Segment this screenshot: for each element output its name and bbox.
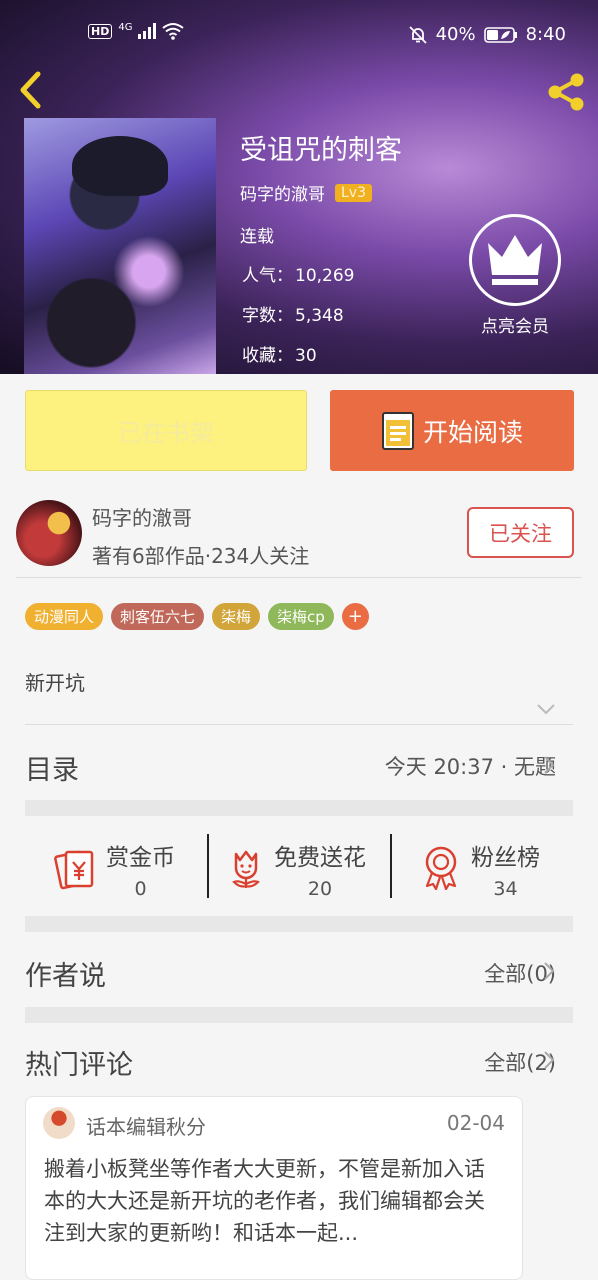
back-icon[interactable]: [16, 70, 46, 110]
in-bookshelf-label: 已在书架: [118, 419, 214, 447]
divider: [16, 577, 582, 578]
crown-icon: [488, 235, 542, 285]
tag-item[interactable]: 柒梅: [212, 603, 261, 630]
start-reading-label: 开始阅读: [422, 417, 523, 447]
book-cover[interactable]: [24, 118, 216, 374]
comment-date: 02-04: [446, 1111, 505, 1135]
hd-indicator: HD: [88, 23, 113, 39]
author-avatar[interactable]: [16, 500, 82, 566]
section-separator: [25, 916, 573, 932]
section-separator: [25, 800, 573, 816]
book-author[interactable]: 码字的澈哥: [240, 180, 325, 205]
medal-icon: [425, 846, 457, 890]
commenter-avatar[interactable]: [43, 1107, 75, 1139]
popularity-value: 10,269: [295, 266, 355, 286]
level-badge: Lv3: [335, 183, 372, 202]
hot-comments-title: 热门评论: [25, 1050, 133, 1081]
catalog-title[interactable]: 目录: [25, 748, 79, 787]
reward-flowers[interactable]: 免费送花 20: [228, 838, 366, 900]
battery-percent: 40%: [435, 24, 476, 45]
divider: [25, 724, 573, 725]
follow-button[interactable]: 已关注: [467, 507, 574, 558]
bell-muted-icon: [408, 25, 427, 44]
reward-coins[interactable]: 赏金币 0: [54, 838, 175, 900]
vip-button[interactable]: [469, 214, 561, 306]
wifi-icon: [162, 23, 185, 40]
status-bar: HD 4G 40% 8:40: [0, 0, 598, 62]
word-count-stat: 字数： 5,348: [240, 301, 344, 326]
author-name[interactable]: 码字的澈哥: [92, 502, 192, 531]
book-icon: [381, 411, 414, 450]
book-status: 连载: [240, 227, 274, 247]
share-icon[interactable]: [544, 72, 588, 112]
reward-fans-value: 34: [493, 878, 518, 900]
reward-coins-label: 赏金币: [106, 845, 175, 871]
comment-card[interactable]: 话本编辑秋分 02-04 搬着小板凳坐等作者大大更新，不管是新加入话本的大大还是…: [25, 1096, 523, 1280]
words-label: 字数：: [242, 306, 293, 326]
reward-fans-label: 粉丝榜: [471, 845, 540, 871]
chevron-right-icon[interactable]: [543, 755, 555, 775]
author-says-title: 作者说: [25, 961, 106, 992]
reward-flowers-value: 20: [307, 878, 333, 900]
divider: [390, 834, 392, 898]
book-description: 新开坑: [25, 671, 85, 695]
tag-item[interactable]: 柒梅cp: [268, 603, 334, 630]
add-tag-button[interactable]: +: [341, 603, 369, 630]
network-type: 4G: [118, 21, 133, 33]
popularity-label: 人气：: [242, 266, 293, 286]
battery-icon: [483, 26, 517, 43]
divider: [207, 834, 209, 898]
favorites-value: 30: [295, 346, 317, 366]
reward-fans[interactable]: 粉丝榜 34: [421, 838, 540, 900]
latest-chapter[interactable]: 今天 20:37 · 无题: [385, 751, 556, 781]
favorites-stat: 收藏： 30: [240, 341, 317, 366]
tag-list: 动漫同人 刺客伍六七 柒梅 柒梅cp +: [25, 603, 369, 630]
section-separator: [25, 1007, 573, 1023]
popularity-stat: 人气： 10,269: [240, 261, 354, 286]
words-value: 5,348: [295, 306, 344, 326]
vip-label[interactable]: 点亮会员: [472, 312, 558, 337]
reward-coins-value: 0: [134, 878, 147, 900]
reward-flowers-label: 免费送花: [274, 845, 366, 871]
chevron-right-icon[interactable]: [543, 1050, 555, 1070]
book-title: 受诅咒的刺客: [240, 135, 402, 166]
start-reading-button[interactable]: 开始阅读: [330, 390, 574, 471]
signal-icon: [138, 23, 157, 39]
comment-text: 搬着小板凳坐等作者大大更新，不管是新加入话本的大大还是新开坑的老作者，我们编辑都…: [44, 1157, 485, 1245]
commenter-name[interactable]: 话本编辑秋分: [86, 1111, 206, 1140]
follow-label: 已关注: [489, 521, 552, 546]
status-left: HD 4G: [88, 21, 185, 40]
tag-item[interactable]: 动漫同人: [25, 603, 104, 630]
flower-icon: [232, 850, 260, 888]
red-envelope-icon: [54, 850, 94, 890]
book-author-line: 码字的澈哥 Lv3: [240, 180, 372, 205]
author-stats: 著有6部作品·234人关注: [92, 544, 310, 568]
in-bookshelf-button[interactable]: 已在书架: [25, 390, 307, 471]
book-header: HD 4G 40% 8:40 受诅咒的刺客 码字的澈哥 Lv3 连载 人气： 1…: [0, 0, 598, 374]
clock: 8:40: [525, 24, 566, 45]
chevron-down-icon[interactable]: [536, 702, 556, 716]
tag-item[interactable]: 刺客伍六七: [111, 603, 205, 630]
favorites-label: 收藏：: [242, 346, 293, 366]
chevron-right-icon[interactable]: [543, 961, 555, 981]
status-right: 40% 8:40: [408, 24, 566, 45]
